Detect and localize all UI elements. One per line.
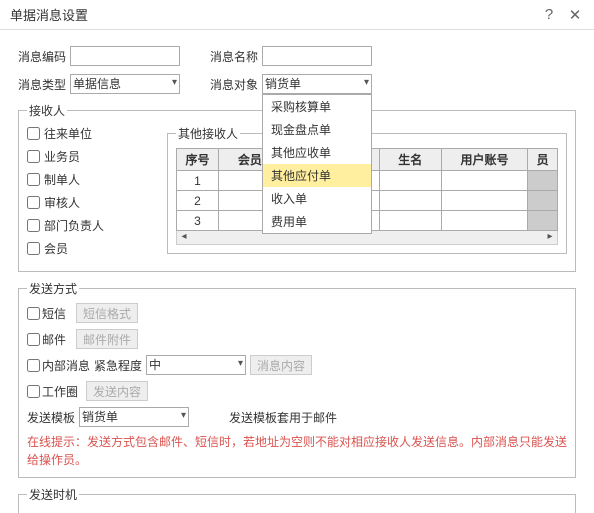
- scroll-left-icon[interactable]: ◂: [177, 231, 191, 244]
- send-timing-fieldset: 发送时机 保存 审核 弃审 删除 取消中止 中止: [18, 486, 576, 513]
- name-label: 消息名称: [210, 48, 262, 65]
- recipients-legend: 接收人: [27, 102, 67, 119]
- table-header: 生名: [379, 149, 441, 171]
- template-label: 发送模板: [27, 409, 79, 426]
- dropdown-option[interactable]: 采购核算单: [263, 95, 371, 118]
- code-label: 消息编码: [18, 48, 70, 65]
- recipient-label: 审核人: [44, 194, 80, 211]
- recipient-label: 制单人: [44, 171, 80, 188]
- mail-checkbox[interactable]: [27, 333, 40, 346]
- mail-label: 邮件: [42, 331, 72, 348]
- workcircle-content-button[interactable]: 发送内容: [86, 381, 148, 401]
- template-note: 发送模板套用于邮件: [229, 409, 337, 426]
- recipient-label: 业务员: [44, 148, 80, 165]
- dropdown-option[interactable]: 费用单: [263, 210, 371, 233]
- other-recipients-legend: 其他接收人: [176, 125, 240, 142]
- chevron-down-icon: ▾: [181, 410, 186, 421]
- dropdown-option[interactable]: 其他应收单: [263, 141, 371, 164]
- internal-content-button[interactable]: 消息内容: [250, 355, 312, 375]
- recipient-checkbox[interactable]: [27, 127, 40, 140]
- urgency-value: 中: [149, 358, 161, 372]
- chevron-down-icon: ▾: [238, 358, 243, 369]
- internal-label: 内部消息: [42, 357, 90, 374]
- table-header: 序号: [177, 149, 219, 171]
- internal-checkbox[interactable]: [27, 359, 40, 372]
- mail-attachment-button[interactable]: 邮件附件: [76, 329, 138, 349]
- sms-label: 短信: [42, 305, 72, 322]
- type-label: 消息类型: [18, 76, 70, 93]
- recipient-checkbox[interactable]: [27, 173, 40, 186]
- table-header: 员: [528, 149, 558, 171]
- chevron-down-icon: ▾: [172, 77, 177, 88]
- workcircle-checkbox[interactable]: [27, 385, 40, 398]
- table-header: 用户账号: [441, 149, 528, 171]
- code-input[interactable]: [70, 46, 180, 66]
- recipients-checklist: 往来单位 业务员 制单人 审核人 部门负责人 会员: [27, 125, 157, 263]
- help-icon[interactable]: ?: [540, 6, 558, 24]
- target-select[interactable]: 销货单 ▾: [262, 74, 372, 94]
- title-bar: 单据消息设置 ? ✕: [0, 0, 594, 30]
- send-method-fieldset: 发送方式 短信 短信格式 邮件 邮件附件 内部消息 紧急程度 中 ▾ 消息内容: [18, 280, 576, 478]
- send-timing-legend: 发送时机: [27, 486, 79, 503]
- urgency-label: 紧急程度: [94, 357, 142, 374]
- target-select-value: 销货单: [265, 77, 301, 91]
- chevron-down-icon: ▾: [364, 77, 369, 88]
- recipient-label: 部门负责人: [44, 217, 104, 234]
- name-input[interactable]: [262, 46, 372, 66]
- close-icon[interactable]: ✕: [566, 6, 584, 24]
- urgency-select[interactable]: 中 ▾: [146, 355, 246, 375]
- template-value: 销货单: [82, 410, 118, 424]
- type-select-value: 单据信息: [73, 77, 121, 91]
- recipient-checkbox[interactable]: [27, 242, 40, 255]
- recipient-label: 往来单位: [44, 125, 92, 142]
- content-area: 消息编码 消息名称 消息类型 单据信息 ▾ 消息对象 销货单 ▾: [0, 30, 594, 513]
- recipient-checkbox[interactable]: [27, 150, 40, 163]
- target-label: 消息对象: [210, 76, 262, 93]
- scroll-right-icon[interactable]: ▸: [543, 231, 557, 244]
- workcircle-label: 工作圈: [42, 383, 82, 400]
- sms-checkbox[interactable]: [27, 307, 40, 320]
- target-dropdown[interactable]: 采购核算单 现金盘点单 其他应收单 其他应付单 收入单 费用单: [262, 94, 372, 234]
- recipient-checkbox[interactable]: [27, 196, 40, 209]
- window-title: 单据消息设置: [10, 5, 532, 24]
- template-select[interactable]: 销货单 ▾: [79, 407, 189, 427]
- recipient-checkbox[interactable]: [27, 219, 40, 232]
- send-method-legend: 发送方式: [27, 280, 79, 297]
- type-select[interactable]: 单据信息 ▾: [70, 74, 180, 94]
- sms-format-button[interactable]: 短信格式: [76, 303, 138, 323]
- dropdown-option[interactable]: 其他应付单: [263, 164, 371, 187]
- dialog-window: 单据消息设置 ? ✕ 消息编码 消息名称 消息类型 单据信息 ▾: [0, 0, 594, 513]
- recipient-label: 会员: [44, 240, 68, 257]
- dropdown-option[interactable]: 现金盘点单: [263, 118, 371, 141]
- dropdown-option[interactable]: 收入单: [263, 187, 371, 210]
- online-hint: 在线提示：发送方式包含邮件、短信时，若地址为空则不能对相应接收人发送信息。内部消…: [27, 433, 567, 469]
